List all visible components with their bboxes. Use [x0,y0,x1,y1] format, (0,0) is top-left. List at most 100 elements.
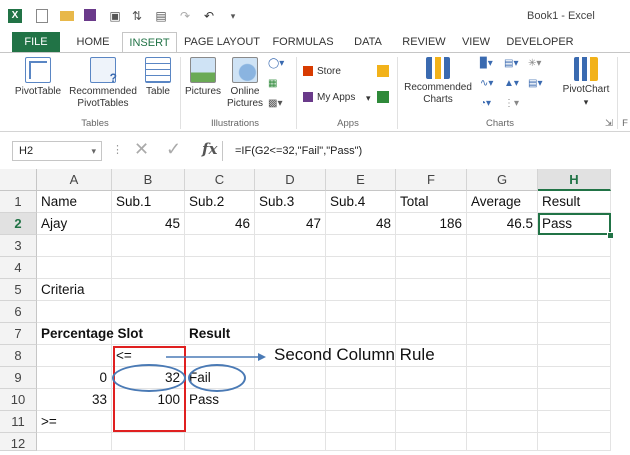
cell-b9[interactable]: 32 [112,367,185,389]
line-chart-icon[interactable]: ∿▾ [480,77,493,91]
cell-e4[interactable] [326,257,396,279]
cell-f11[interactable] [396,411,467,433]
column-header-b[interactable]: B [112,169,185,191]
cell-b4[interactable] [112,257,185,279]
cell-f9[interactable] [396,367,467,389]
recommended-charts-button[interactable]: Recommended Charts [400,57,476,106]
row-header-8[interactable]: 8 [0,345,37,367]
row-header-1[interactable]: 1 [0,191,37,213]
cell-a5[interactable]: Criteria [37,279,112,301]
paste-icon[interactable]: ▤ [154,9,168,23]
name-box[interactable]: H2 ▾ [12,141,102,161]
cell-e6[interactable] [326,301,396,323]
tab-page-layout[interactable]: PAGE LAYOUT [183,32,261,52]
cell-b1[interactable]: Sub.1 [112,191,185,213]
cancel-icon[interactable]: ✕ [134,139,149,160]
save-icon[interactable] [84,9,96,21]
cell-a9[interactable]: 0 [37,367,112,389]
cell-b12[interactable] [112,433,185,451]
cell-a6[interactable] [37,301,112,323]
cell-d12[interactable] [255,433,326,451]
cell-f7[interactable] [396,323,467,345]
tab-formulas[interactable]: FORMULAS [271,32,335,52]
cell-a7[interactable]: Percentage Slot [37,323,143,345]
cell-f1[interactable]: Total [396,191,467,213]
cell-h8[interactable] [538,345,611,367]
more-options-icon[interactable]: ⋮ [112,143,123,156]
cell-f4[interactable] [396,257,467,279]
row-header-9[interactable]: 9 [0,367,37,389]
cell-e10[interactable] [326,389,396,411]
cell-a2[interactable]: Ajay [37,213,112,235]
tab-view[interactable]: VIEW [458,32,494,52]
tab-developer[interactable]: DEVELOPER [504,32,576,52]
cell-h1[interactable]: Result [538,191,611,213]
cell-h6[interactable] [538,301,611,323]
cell-g7[interactable] [467,323,538,345]
cell-c3[interactable] [185,235,255,257]
row-header-3[interactable]: 3 [0,235,37,257]
column-header-a[interactable]: A [37,169,112,191]
cell-c11[interactable] [185,411,255,433]
cell-a11[interactable]: >= [37,411,112,433]
cell-h11[interactable] [538,411,611,433]
cell-c10[interactable]: Pass [185,389,255,411]
customize-qat-icon[interactable]: ▾ [226,9,240,23]
cell-g1[interactable]: Average [467,191,538,213]
cell-h4[interactable] [538,257,611,279]
smartart-icon[interactable]: ▦ [268,77,277,91]
cell-b6[interactable] [112,301,185,323]
my-apps-dropdown-icon[interactable]: ▾ [366,91,371,105]
column-header-e[interactable]: E [326,169,396,191]
scatter-chart-icon[interactable]: ⋮▾ [504,97,519,111]
cell-e1[interactable]: Sub.4 [326,191,396,213]
cell-f12[interactable] [396,433,467,451]
cell-e5[interactable] [326,279,396,301]
area-chart-icon[interactable]: ▲▾ [504,77,519,91]
online-pictures-button[interactable]: Online Pictures [224,57,266,110]
new-file-icon[interactable] [36,9,48,23]
screenshot-icon[interactable]: ▩▾ [268,97,282,111]
column-header-d[interactable]: D [255,169,326,191]
open-folder-icon[interactable] [60,11,74,21]
row-header-11[interactable]: 11 [0,411,37,433]
cell-h5[interactable] [538,279,611,301]
cell-g8[interactable] [467,345,538,367]
cell-h10[interactable] [538,389,611,411]
table-button[interactable]: Table [140,57,176,98]
pie-chart-icon[interactable]: ◔▾ [480,97,491,111]
tab-data[interactable]: DATA [348,32,388,52]
cell-c12[interactable] [185,433,255,451]
row-header-12[interactable]: 12 [0,433,37,451]
cell-g11[interactable] [467,411,538,433]
cell-e3[interactable] [326,235,396,257]
recommended-pivottables-button[interactable]: ? Recommended PivotTables [66,57,140,110]
cell-a12[interactable] [37,433,112,451]
print-preview-icon[interactable]: ▣ [108,9,122,23]
cell-b2[interactable]: 45 [112,213,185,235]
column-header-c[interactable]: C [185,169,255,191]
cell-b7[interactable] [112,323,185,345]
select-all-corner[interactable] [0,169,37,191]
row-header-4[interactable]: 4 [0,257,37,279]
cell-c4[interactable] [185,257,255,279]
pictures-button[interactable]: Pictures [182,57,224,98]
cell-e11[interactable] [326,411,396,433]
cell-g3[interactable] [467,235,538,257]
pivottable-button[interactable]: PivotTable [10,57,66,98]
hierarchy-chart-icon[interactable]: ✳▾ [528,57,541,71]
cell-d9[interactable] [255,367,326,389]
cell-g4[interactable] [467,257,538,279]
row-header-6[interactable]: 6 [0,301,37,323]
column-header-f[interactable]: F [396,169,467,191]
cell-h12[interactable] [538,433,611,451]
cell-h7[interactable] [538,323,611,345]
cell-a10[interactable]: 33 [37,389,112,411]
cell-f3[interactable] [396,235,467,257]
cell-g5[interactable] [467,279,538,301]
sort-icon[interactable]: ⇅ [130,9,144,23]
cell-b8[interactable]: <= [112,345,185,367]
cell-f10[interactable] [396,389,467,411]
pivotchart-button[interactable]: PivotChart ▾ [556,57,616,109]
cell-b10[interactable]: 100 [112,389,185,411]
